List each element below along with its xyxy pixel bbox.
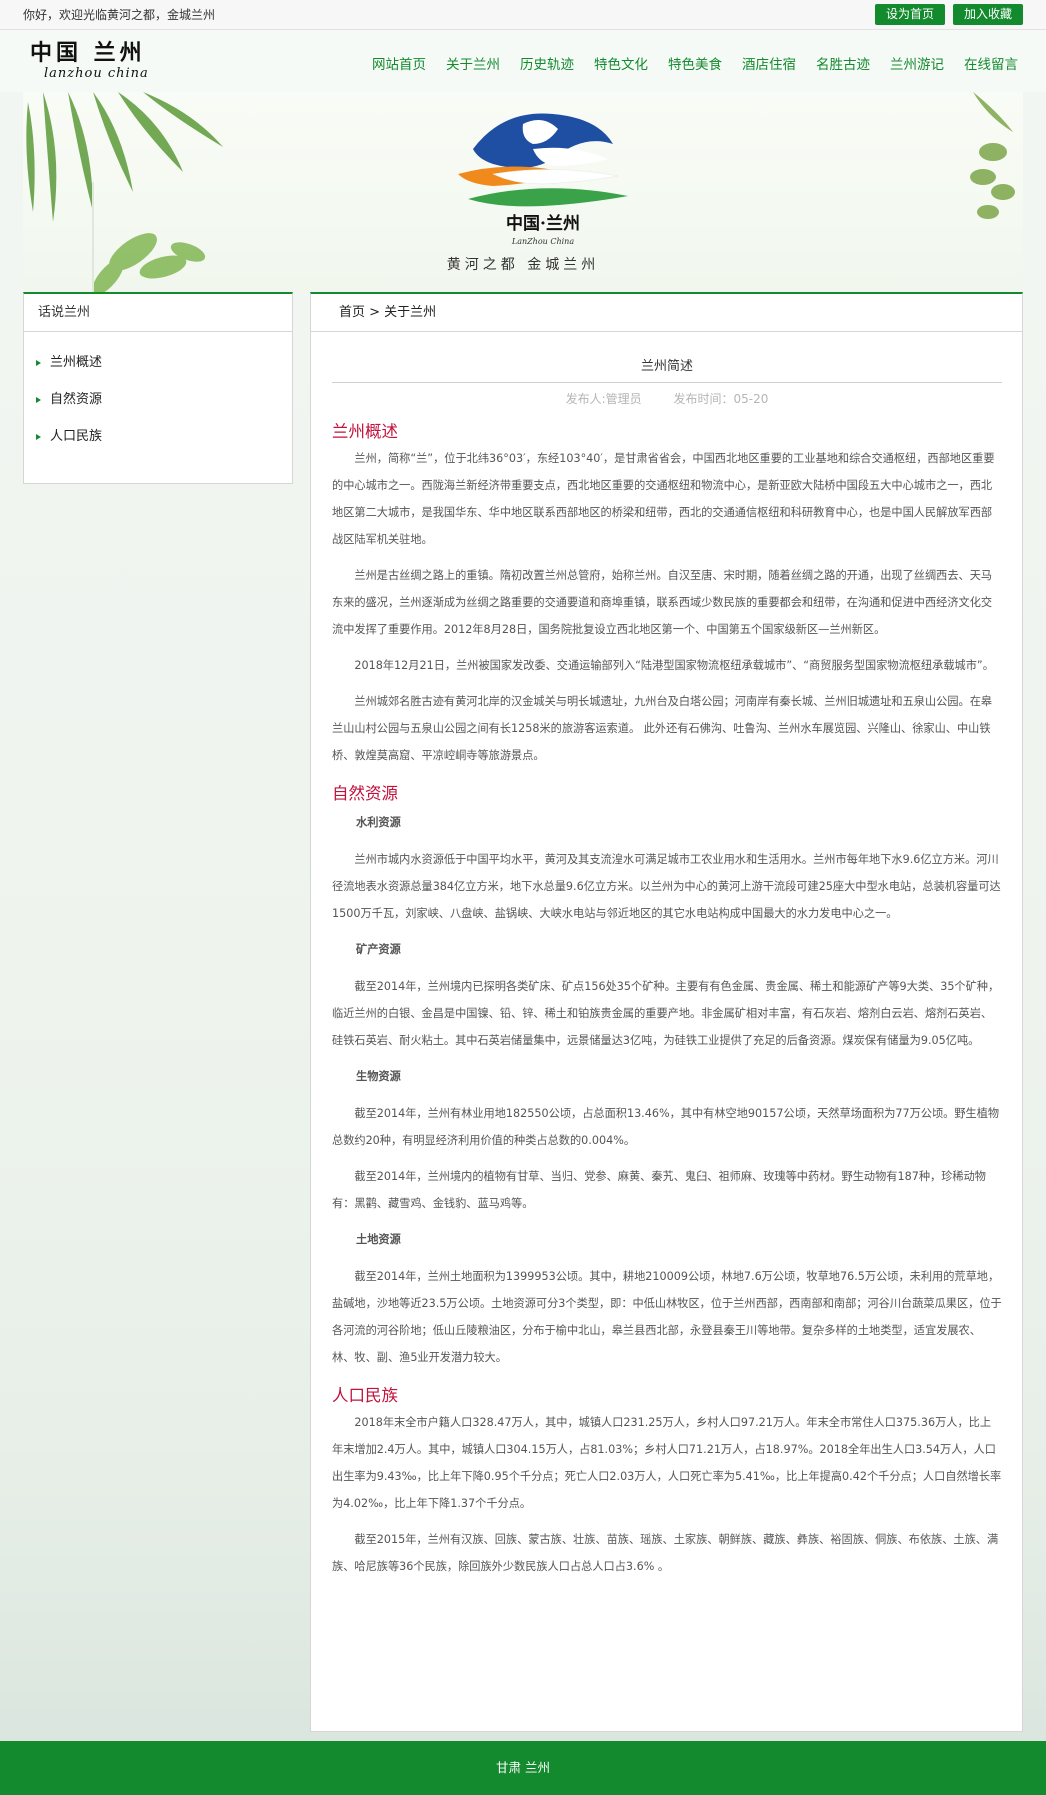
paragraph: 截至2014年，兰州有林业用地182550公顷，占总面积13.46%，其中有林空… xyxy=(332,1107,1000,1147)
banner-tagline: 黄河之都 金城兰州 xyxy=(446,257,600,273)
nav-item-culture[interactable]: 特色文化 xyxy=(584,30,658,92)
paragraph: 兰州市城内水资源低于中国平均水平，黄河及其支流湟水可满足城市工农业用水和生活用水… xyxy=(332,853,1001,920)
sidebar-item-population[interactable]: 人口民族 xyxy=(36,418,292,455)
nav-item-message[interactable]: 在线留言 xyxy=(954,30,1028,92)
paragraph: 2018年末全市户籍人口328.47万人，其中，城镇人口231.25万人，乡村人… xyxy=(332,1416,1002,1510)
paragraph: 截至2014年，兰州境内的植物有甘草、当归、党参、麻黄、秦艽、鬼臼、祖师麻、玫瑰… xyxy=(332,1170,986,1210)
section-heading: 自然资源 xyxy=(332,784,398,803)
nav-item-hotel[interactable]: 酒店住宿 xyxy=(732,30,806,92)
nav-item-about[interactable]: 关于兰州 xyxy=(436,30,510,92)
subsection-heading: 生物资源 xyxy=(356,1070,401,1083)
banner: 中国·兰州 LanZhou China 黄河之都 金城兰州 xyxy=(23,92,1023,292)
breadcrumb[interactable]: 首页 > 关于兰州 xyxy=(311,294,1022,332)
logo-cn: 中国 兰州 xyxy=(30,40,146,66)
article-title: 兰州简述 xyxy=(640,359,693,374)
svg-text:LanZhou China: LanZhou China xyxy=(511,237,574,246)
subsection-heading: 矿产资源 xyxy=(356,943,401,956)
site-logo[interactable]: 中国 兰州 lanzhou china xyxy=(30,42,149,80)
main-area: 话说兰州 兰州概述 自然资源 人口民族 首页 > 关于兰州 兰州简述 发布人:管… xyxy=(23,292,1023,1732)
footer: 甘肃 兰州 xyxy=(0,1741,1046,1795)
welcome-text: 你好，欢迎光临黄河之都，金城兰州 xyxy=(23,8,216,22)
paragraph: 截至2015年，兰州有汉族、回族、蒙古族、壮族、苗族、瑶族、土家族、朝鲜族、藏族… xyxy=(332,1533,999,1573)
subsection-heading: 水利资源 xyxy=(356,816,401,829)
sidebar-item-resources[interactable]: 自然资源 xyxy=(36,381,292,418)
nav-item-food[interactable]: 特色美食 xyxy=(658,30,732,92)
sidebar-list: 兰州概述 自然资源 人口民族 xyxy=(24,332,292,455)
nav-item-home[interactable]: 网站首页 xyxy=(362,30,436,92)
article-meta: 发布人:管理员 发布时间：05-20 xyxy=(332,391,1002,407)
main-nav: 网站首页 关于兰州 历史轨迹 特色文化 特色美食 酒店住宿 名胜古迹 兰州游记 … xyxy=(362,30,1028,92)
top-bar: 你好，欢迎光临黄河之都，金城兰州 设为首页 加入收藏 xyxy=(0,0,1046,30)
set-home-button[interactable]: 设为首页 xyxy=(875,4,945,25)
bullet-arrow-icon xyxy=(36,433,41,440)
logo-en: lanzhou china xyxy=(44,66,149,81)
nav-item-travelogue[interactable]: 兰州游记 xyxy=(880,30,954,92)
title-divider xyxy=(332,382,1002,383)
article-body: 兰州概述兰州，简称“兰”，位于北纬36°03′，东经103°40′，是甘肃省省会… xyxy=(332,421,1002,1580)
add-favorite-button[interactable]: 加入收藏 xyxy=(953,4,1023,25)
bullet-arrow-icon xyxy=(36,359,41,366)
paragraph: 兰州，简称“兰”，位于北纬36°03′，东经103°40′，是甘肃省省会，中国西… xyxy=(332,452,995,546)
svg-text:中国·兰州: 中国·兰州 xyxy=(506,213,580,234)
section-heading: 人口民族 xyxy=(332,1386,398,1405)
subsection-heading: 土地资源 xyxy=(356,1233,401,1246)
sidebar-item-overview[interactable]: 兰州概述 xyxy=(36,344,292,381)
bullet-arrow-icon xyxy=(36,396,41,403)
site-header: 中国 兰州 lanzhou china 网站首页 关于兰州 历史轨迹 特色文化 … xyxy=(0,30,1046,92)
paragraph: 兰州是古丝绸之路上的重镇。隋初改置兰州总管府，始称兰州。自汉至唐、宋时期，随着丝… xyxy=(332,569,993,636)
paragraph: 截至2014年，兰州境内已探明各类矿床、矿点156处35个矿种。主要有有色金属、… xyxy=(332,980,1000,1047)
sidebar-title: 话说兰州 xyxy=(24,294,292,332)
paragraph: 2018年12月21日，兰州被国家发改委、交通运输部列入“陆港型国家物流枢纽承载… xyxy=(354,659,994,672)
section-heading: 兰州概述 xyxy=(332,422,398,441)
paragraph: 兰州城郊名胜古迹有黄河北岸的汉金城关与明长城遗址，九州台及白塔公园；河南岸有秦长… xyxy=(332,695,993,762)
article-author: 发布人:管理员 xyxy=(565,392,642,406)
top-buttons: 设为首页 加入收藏 xyxy=(875,4,1023,25)
nav-item-sights[interactable]: 名胜古迹 xyxy=(806,30,880,92)
content-panel: 首页 > 关于兰州 兰州简述 发布人:管理员 发布时间：05-20 兰州概述 兰州… xyxy=(310,292,1023,1732)
article-time: 发布时间：05-20 xyxy=(673,392,769,406)
nav-item-history[interactable]: 历史轨迹 xyxy=(510,30,584,92)
paragraph: 截至2014年，兰州土地面积为1399953公顷。其中，耕地210009公顷，林… xyxy=(332,1270,1002,1364)
sidebar: 话说兰州 兰州概述 自然资源 人口民族 xyxy=(23,292,293,484)
article: 兰州简述 发布人:管理员 发布时间：05-20 兰州概述兰州，简称“兰”，位于北… xyxy=(311,356,1022,1580)
